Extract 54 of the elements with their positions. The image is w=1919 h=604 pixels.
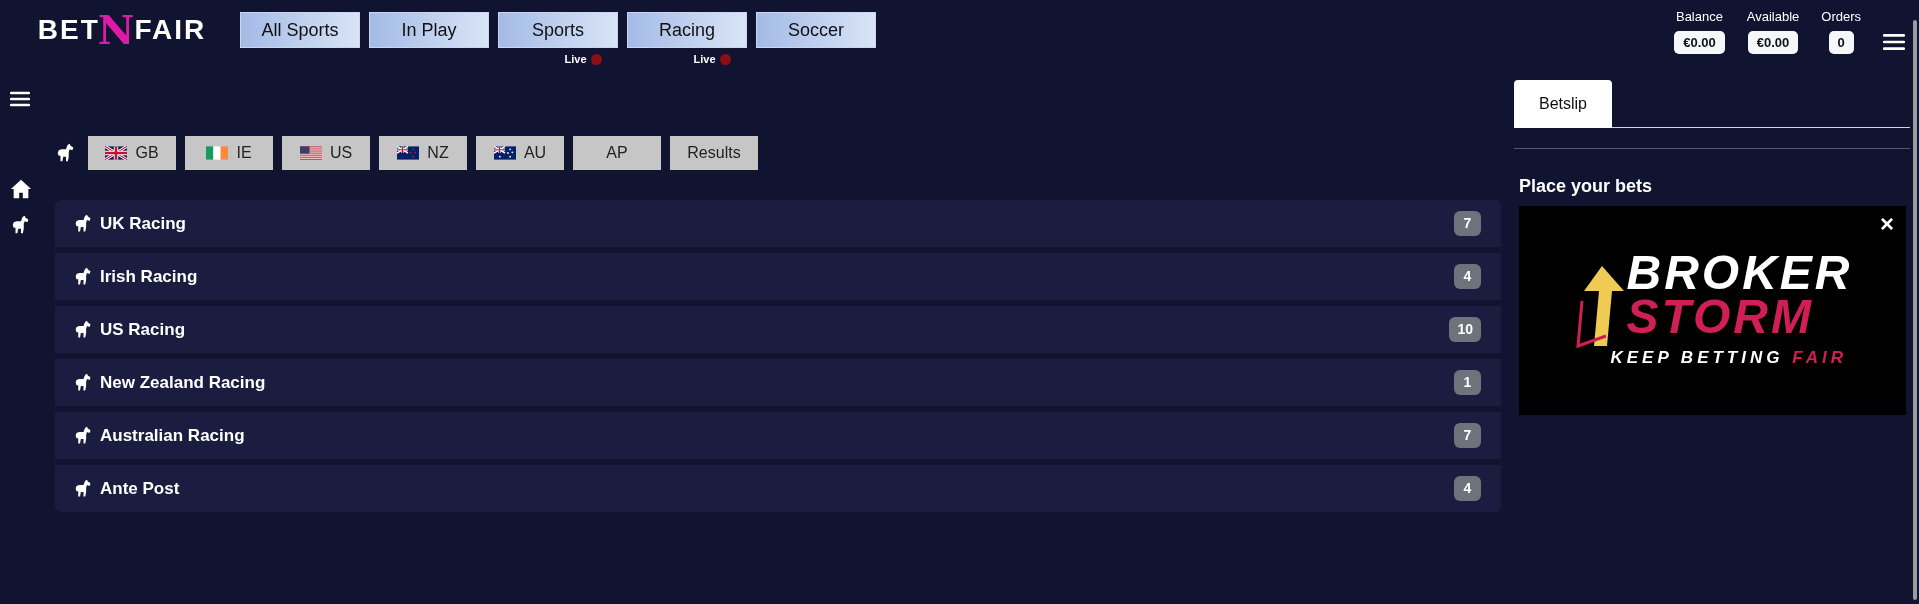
stars-and-stripes-flag-icon [299, 146, 322, 160]
count-badge: 10 [1449, 317, 1481, 342]
meeting-row[interactable]: New Zealand Racing 1 [55, 359, 1501, 406]
count-badge: 4 [1454, 476, 1481, 501]
meeting-name: US Racing [100, 318, 186, 341]
nav-button[interactable]: Sports [498, 12, 618, 48]
meeting-name: Irish Racing [100, 265, 198, 288]
region-tab[interactable]: AP [573, 136, 661, 170]
nav-button[interactable]: All Sports [240, 12, 360, 48]
menu-icon[interactable] [10, 90, 30, 108]
close-button[interactable]: × [1880, 212, 1894, 236]
banner-tagline: KEEP BETTING FAIR [1610, 346, 1847, 369]
menu-icon[interactable] [1883, 33, 1905, 51]
region-tab[interactable]: NZ [379, 136, 467, 170]
account-label: Available [1746, 8, 1800, 26]
scrollbar[interactable] [1913, 20, 1917, 600]
nav-button[interactable]: In Play [369, 12, 489, 48]
tricolour-flag-icon [206, 146, 229, 160]
live-label: Live [693, 52, 716, 67]
banner-title: BROKER [1626, 250, 1853, 295]
betnfair-logo[interactable]: BETNFAIR [14, 12, 230, 48]
nav-button[interactable]: Racing [627, 12, 747, 48]
count-badge: 7 [1454, 423, 1481, 448]
banner-title: STORM [1626, 294, 1814, 339]
betslip-heading: Place your bets [1519, 175, 1654, 198]
meeting-row[interactable]: UK Racing 7 [55, 200, 1501, 247]
account-label: Balance [1675, 8, 1723, 26]
betslip-tab[interactable]: Betslip [1514, 80, 1612, 128]
nav-button[interactable]: Soccer [756, 12, 876, 48]
australia-flag-icon [493, 146, 516, 160]
meeting-name: New Zealand Racing [100, 371, 266, 394]
account-label: Orders [1821, 8, 1861, 26]
region-tab[interactable]: GB [88, 136, 176, 170]
region-tab[interactable]: US [282, 136, 370, 170]
meeting-name: Australian Racing [100, 424, 245, 447]
meeting-name: Ante Post [100, 477, 180, 500]
account-value: 0 [1828, 30, 1854, 54]
union-jack-flag-icon [105, 146, 128, 160]
count-badge: 7 [1454, 211, 1481, 236]
home-icon[interactable] [10, 178, 32, 200]
meeting-row[interactable]: Australian Racing 7 [55, 412, 1501, 459]
account-value: €0.00 [1674, 30, 1725, 54]
region-tab[interactable]: Results [670, 136, 758, 170]
count-badge: 1 [1454, 370, 1481, 395]
count-badge: 4 [1454, 264, 1481, 289]
region-tab[interactable]: IE [185, 136, 273, 170]
meeting-row[interactable]: Irish Racing 4 [55, 253, 1501, 300]
region-tab[interactable]: AU [476, 136, 564, 170]
meeting-row[interactable]: Ante Post 4 [55, 465, 1501, 512]
new-zealand-flag-icon [397, 146, 420, 160]
account-value: €0.00 [1747, 30, 1799, 54]
meeting-row[interactable]: US Racing 10 [55, 306, 1501, 353]
live-label: Live [564, 52, 587, 67]
meeting-name: UK Racing [100, 212, 186, 235]
